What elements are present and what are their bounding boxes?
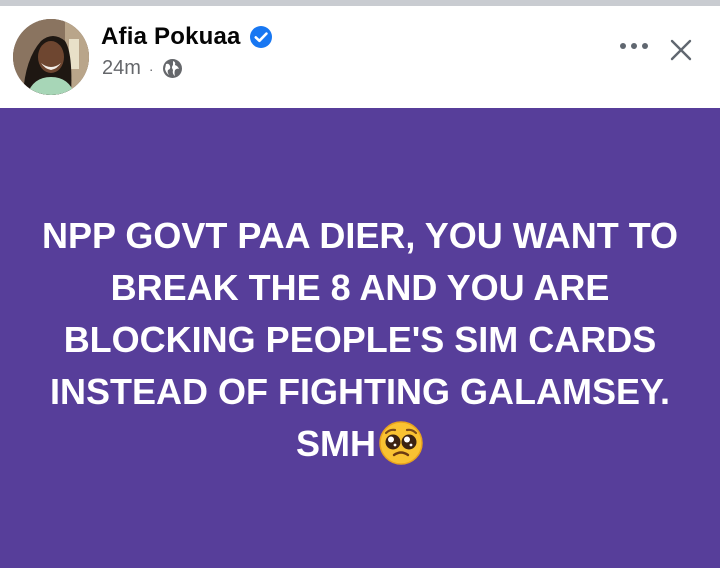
avatar[interactable] xyxy=(13,19,89,95)
close-button[interactable] xyxy=(666,35,696,65)
post-last-line: SMH xyxy=(15,418,705,470)
profile-photo xyxy=(13,19,89,95)
author-name[interactable]: Afia Pokuaa xyxy=(101,23,241,51)
post-line: BREAK THE 8 AND YOU ARE xyxy=(110,267,610,308)
more-options-button[interactable] xyxy=(614,36,654,56)
more-dot xyxy=(642,43,648,49)
more-dot xyxy=(620,43,626,49)
post-text: NPP GOVT PAA DIER, YOU WANT TO BREAK THE… xyxy=(15,210,705,470)
close-icon xyxy=(670,39,692,61)
globe-icon[interactable] xyxy=(162,58,183,79)
more-dot xyxy=(631,43,637,49)
post-line: BLOCKING PEOPLE'S SIM CARDS xyxy=(63,319,657,360)
post-header: Afia Pokuaa 24m · xyxy=(0,6,720,108)
post-line: NPP GOVT PAA DIER, YOU WANT TO xyxy=(41,215,679,256)
pleading-face-emoji-icon xyxy=(378,420,424,466)
post-meta: 24m · xyxy=(102,57,183,80)
post-line: INSTEAD OF FIGHTING GALAMSEY. xyxy=(49,371,670,412)
post-timestamp[interactable]: 24m xyxy=(102,57,141,80)
author-name-row: Afia Pokuaa xyxy=(101,23,273,51)
post-background[interactable]: NPP GOVT PAA DIER, YOU WANT TO BREAK THE… xyxy=(0,108,720,568)
meta-separator: · xyxy=(148,60,154,77)
verified-badge-icon xyxy=(249,25,273,49)
post-line: SMH xyxy=(296,423,376,464)
